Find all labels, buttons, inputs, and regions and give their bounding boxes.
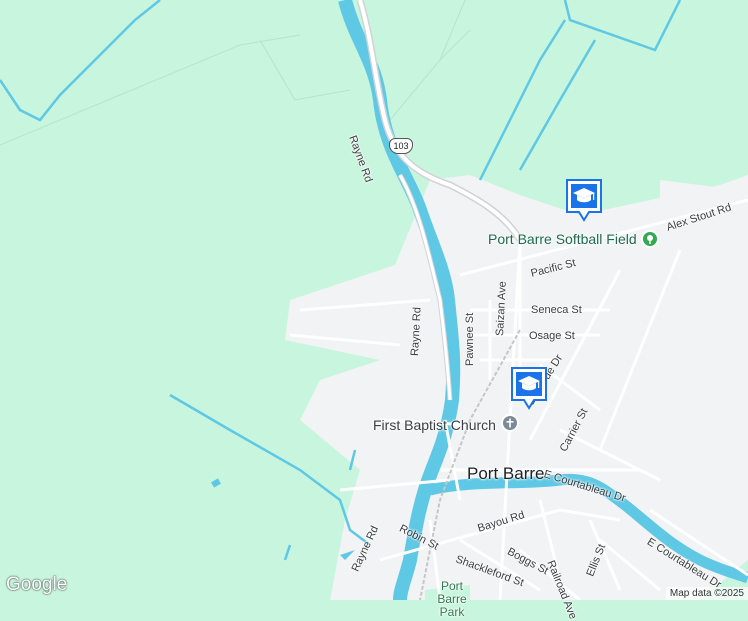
route-103-shield[interactable]: 103 <box>389 138 413 154</box>
graduation-cap-icon <box>566 179 602 222</box>
street-label-seneca-st: Seneca St <box>531 304 582 316</box>
poi-label-softball-field[interactable]: Port Barre Softball Field <box>488 231 637 247</box>
graduation-cap-icon <box>511 367 547 410</box>
school-marker-north[interactable] <box>565 178 603 222</box>
map-canvas[interactable] <box>0 0 748 600</box>
street-label-osage-st: Osage St <box>529 330 575 342</box>
poi-label-church[interactable]: First Baptist Church <box>373 417 496 433</box>
google-logo[interactable]: Google <box>6 574 67 596</box>
town-label-port-barre[interactable]: Port Barre <box>467 464 544 484</box>
street-label-rayne-rd-mid: Rayne Rd <box>409 306 424 357</box>
map-attribution[interactable]: Map data ©2025 <box>665 587 748 600</box>
park-icon[interactable] <box>641 230 659 248</box>
school-marker-south[interactable] <box>510 366 548 410</box>
cross-icon[interactable] <box>501 414 519 432</box>
street-label-pawnee-st: Pawnee St <box>464 312 476 366</box>
